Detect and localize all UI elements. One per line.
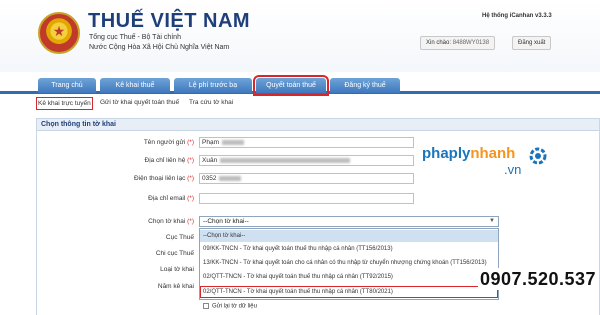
greeting-label: Xin chào: (426, 40, 452, 46)
site-subtitle: Tổng cục Thuế - Bộ Tài chính (89, 34, 181, 41)
system-version: Hệ thống iCanhan v3.3.3 (482, 13, 552, 19)
tab-registration-fee[interactable]: Lệ phí trước bạ (174, 78, 252, 93)
sender-name-input[interactable]: Phạm (199, 137, 414, 148)
chevron-down-icon: ▼ (489, 218, 495, 224)
declaration-year-label: Năm kê khai (157, 283, 194, 290)
dropdown-option[interactable]: --Chọn tờ khai-- (200, 230, 498, 242)
site-title: THUẾ VIỆT NAM (88, 10, 251, 32)
address-input[interactable]: Xuân (199, 155, 414, 166)
site-header: ★ THUẾ VIỆT NAM Tổng cục Thuế - Bộ Tài c… (0, 0, 600, 72)
tab-tax-finalization[interactable]: Quyết toán thuế (253, 75, 329, 96)
logout-button[interactable]: Đăng xuất (512, 36, 552, 50)
subnav-send-finalization[interactable]: Gửi tờ khai quyết toán thuế (100, 97, 179, 108)
resend-checkbox[interactable] (203, 303, 209, 309)
declaration-type-label: Loại tờ khai (160, 266, 194, 273)
gear-icon (529, 147, 547, 165)
subnav-lookup[interactable]: Tra cứu tờ khai (189, 97, 233, 108)
dropdown-option[interactable]: 13/KK-TNCN - Tờ khai quyết toán cho cá n… (200, 257, 498, 269)
declaration-select[interactable]: --Chọn tờ khai-- ▼ (199, 216, 499, 227)
dropdown-option[interactable]: 09/KK-TNCN - Tờ khai quyết toán thuế thu… (200, 243, 498, 255)
watermark-domain: .vn (504, 162, 522, 177)
resend-checkbox-label: Gửi lại tờ dữ liệu (212, 303, 257, 310)
main-nav: Trang chủ Kê khai thuế Lệ phí trước bạ Q… (0, 75, 600, 96)
sender-name-label: Tên người gửi (*) (143, 139, 194, 146)
hotline-number: 0907.520.537 (478, 268, 598, 290)
dropdown-option-tt80[interactable]: 02/QTT-TNCN - Tờ khai quyết toán thuế th… (200, 286, 498, 298)
site-subtitle-country: Nước Cộng Hòa Xã Hội Chủ Nghĩa Việt Nam (89, 44, 230, 51)
tab-declaration[interactable]: Kê khai thuế (100, 78, 170, 93)
declaration-dropdown-list: --Chọn tờ khai-- 09/KK-TNCN - Tờ khai qu… (199, 228, 499, 300)
resend-checkbox-row[interactable]: Gửi lại tờ dữ liệu (203, 303, 257, 310)
greeting-username: 8488WY0138 (452, 40, 490, 46)
declaration-select-label: Chọn tờ khai (*) (148, 218, 194, 225)
phone-label: Điện thoại liên lạc (*) (134, 175, 194, 182)
section-title: Chọn thông tin tờ khai (37, 119, 599, 131)
watermark-brand: phaplynhanh (422, 145, 516, 162)
tab-home[interactable]: Trang chủ (38, 78, 96, 93)
watermark-logo: phaplynhanh .vn (422, 145, 582, 181)
subnav-online-declaration[interactable]: Kê khai trực tuyến (36, 97, 93, 110)
national-emblem-icon: ★ (38, 12, 80, 54)
user-greeting: Xin chào: 8488WY0138 (420, 36, 496, 50)
tab-tax-registration[interactable]: Đăng ký thuế (330, 78, 400, 93)
email-input[interactable] (199, 193, 414, 204)
phone-input[interactable]: 0352 (199, 173, 414, 184)
address-label: Địa chỉ liên hệ (*) (144, 157, 195, 164)
email-label: Địa chỉ email (*) (148, 195, 194, 202)
tax-branch-label: Chi cục Thuế (155, 250, 194, 257)
tax-dept-label: Cục Thuế (165, 234, 194, 241)
dropdown-option[interactable]: 02/QTT-TNCN - Tờ khai quyết toán thuế th… (200, 271, 498, 283)
